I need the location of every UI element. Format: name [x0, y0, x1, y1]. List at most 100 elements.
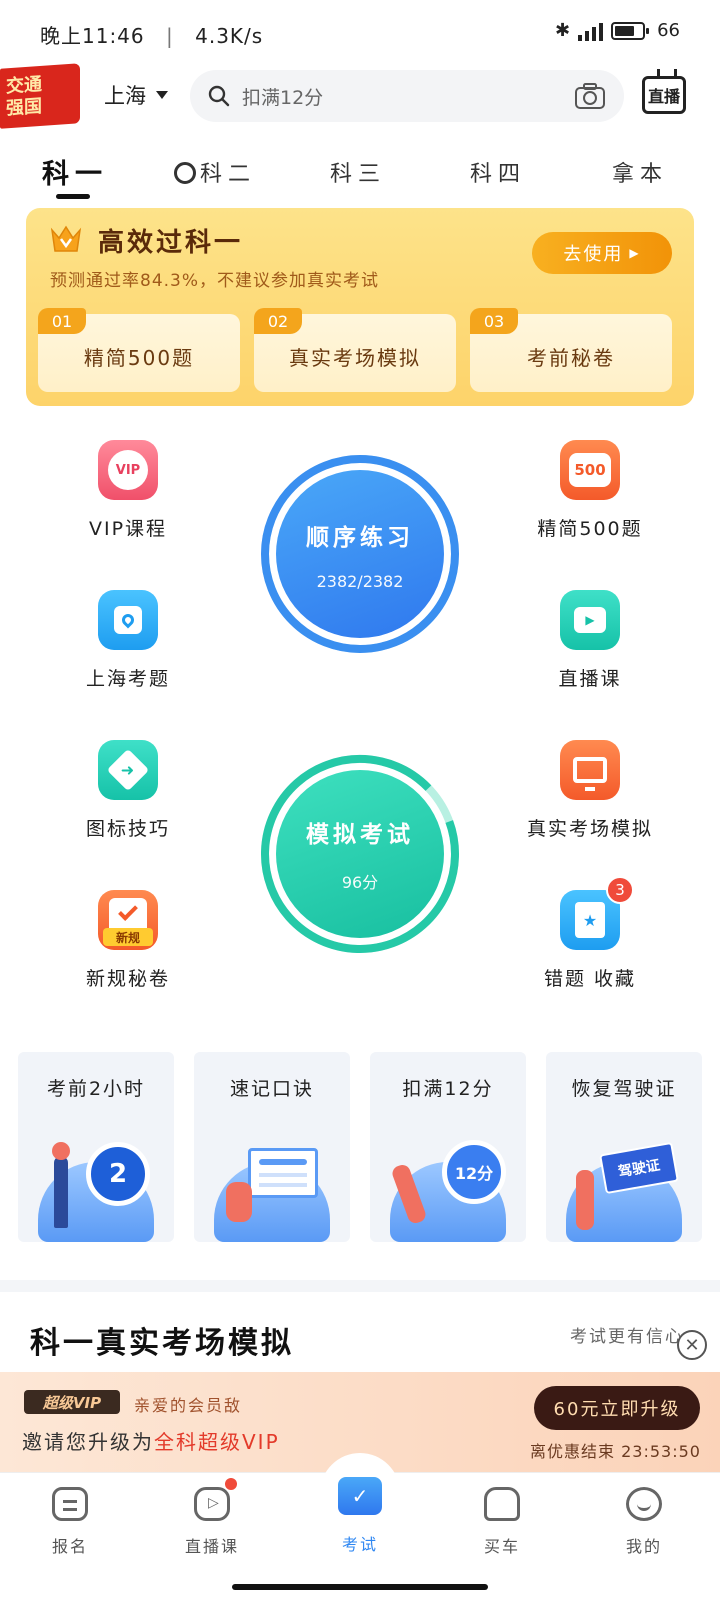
search-icon — [208, 85, 230, 107]
tool-card-mnemonics[interactable]: 速记口诀 — [194, 1052, 350, 1242]
tool-card-restore-license[interactable]: 恢复驾驶证 驾驶证 — [546, 1052, 702, 1242]
tool-label: 速记口诀 — [229, 1078, 314, 1100]
grid-new-rules[interactable]: 新规 新规秘卷 — [38, 890, 218, 991]
folder-check-icon: ✓ — [338, 1477, 382, 1515]
section-more-link[interactable]: 考试更有信心 — [570, 1322, 684, 1347]
bluetooth-icon: ✱ — [555, 20, 571, 41]
battery-icon — [611, 21, 650, 40]
nav-item-register[interactable]: 报名 — [20, 1487, 120, 1557]
new-rules-icon: 新规 — [98, 890, 158, 950]
vip-invite-highlight: 全科超级VIP — [154, 1430, 280, 1454]
car-icon — [484, 1487, 520, 1521]
sequential-practice-button[interactable]: 顺序练习 2382/2382 — [260, 454, 460, 654]
bookmark-star-icon: ★ 3 — [560, 876, 634, 950]
grid-label: 图标技巧 — [85, 818, 170, 840]
upgrade-button[interactable]: 60元立即升级 — [534, 1386, 700, 1430]
vip-invite-prefix: 邀请您升级为 — [22, 1430, 154, 1454]
home-indicator — [232, 1584, 488, 1590]
crown-icon — [50, 225, 82, 252]
search-bar[interactable]: 扣满12分 — [190, 70, 624, 122]
monitor-icon — [560, 740, 620, 800]
tab-subject-1[interactable]: 科一 — [42, 152, 108, 191]
tab-get-license[interactable]: 拿本 — [612, 156, 668, 188]
grid-local-questions[interactable]: 上海考题 — [38, 590, 218, 691]
no-12-points-icon: 12分 — [442, 1140, 506, 1204]
promo-item-number: 02 — [254, 308, 302, 334]
offer-countdown: 离优惠结束 23:53:50 — [530, 1442, 701, 1461]
nav-label: 我的 — [625, 1537, 662, 1556]
nav-label: 买车 — [483, 1537, 520, 1556]
vip-greeting: 亲爱的会员敌 — [134, 1396, 243, 1415]
promo-card[interactable]: 高效过科一 预测通过率84.3%，不建议参加真实考试 去使用 ▶ 01 精简50… — [26, 208, 694, 406]
video-icon: ▶ — [560, 590, 620, 650]
nav-item-exam[interactable]: ✓ 考试 — [310, 1477, 410, 1555]
network-speed: 4.3K/s — [195, 24, 264, 48]
nav-item-live[interactable]: ▷ 直播课 — [162, 1478, 262, 1557]
grid-vip-course[interactable]: VIP VIP课程 — [38, 440, 218, 541]
promo-subtitle: 预测通过率84.3%，不建议参加真实考试 — [50, 271, 380, 291]
tool-card-12-points[interactable]: 扣满12分 12分 — [370, 1052, 526, 1242]
promo-title: 高效过科一 — [98, 228, 244, 258]
practice-title: 顺序练习 — [306, 524, 414, 551]
vip-icon: VIP — [98, 440, 158, 500]
nav-label: 直播课 — [184, 1537, 239, 1556]
person-figure — [52, 1142, 70, 1228]
logo[interactable]: 交通 强国 — [0, 63, 80, 129]
tool-label: 考前2小时 — [46, 1078, 146, 1100]
close-icon[interactable]: ✕ — [677, 1330, 707, 1360]
battery-level: 66 — [657, 20, 680, 41]
tool-label: 恢复驾驶证 — [571, 1078, 677, 1100]
wrong-count-badge: 3 — [606, 876, 634, 904]
nav-item-buy-car[interactable]: 买车 — [452, 1487, 552, 1557]
promo-item-simplified[interactable]: 01 精简500题 — [38, 308, 240, 392]
grid-label: 上海考题 — [85, 668, 170, 690]
nav-label: 报名 — [51, 1537, 88, 1556]
section-divider — [0, 1280, 720, 1292]
grid-live-course[interactable]: ▶ 直播课 — [500, 590, 680, 691]
tab-subject-2-label: 科二 — [200, 162, 257, 187]
promo-item-real-exam[interactable]: 02 真实考场模拟 — [254, 308, 456, 392]
status-right: ✱ 66 — [555, 20, 680, 41]
mock-exam-button[interactable]: 模拟考试 96分 — [260, 754, 460, 954]
grid-wrong-favorites[interactable]: ★ 3 错题 收藏 — [500, 876, 680, 991]
person-figure — [576, 1170, 594, 1230]
practice-progress: 2382/2382 — [316, 571, 404, 591]
play-triangle-icon: ▶ — [629, 246, 641, 260]
grid-label: 精简500题 — [537, 518, 643, 540]
mock-title: 模拟考试 — [306, 822, 414, 848]
promo-item-secret-paper[interactable]: 03 考前秘卷 — [470, 308, 672, 392]
use-button-label: 去使用 — [563, 244, 624, 265]
city-selector[interactable]: 上海 — [104, 80, 168, 110]
grid-label: 新规秘卷 — [85, 968, 170, 990]
live-button-label: 直播 — [647, 87, 680, 106]
tab-subject-3[interactable]: 科三 — [330, 156, 386, 188]
grid-label: VIP课程 — [88, 518, 168, 540]
bottom-nav: 报名 ▷ 直播课 ✓ 考试 买车 我的 — [0, 1453, 720, 1572]
tool-card-2-hours[interactable]: 考前2小时 2 — [18, 1052, 174, 1242]
nav-label: 考试 — [341, 1535, 378, 1554]
camera-icon[interactable] — [574, 82, 606, 110]
subject-tabs: 科一 科二 科三 科四 拿本 — [0, 150, 720, 200]
search-placeholder: 扣满12分 — [242, 86, 324, 109]
board-icon — [248, 1148, 318, 1198]
person-figure — [226, 1182, 252, 1222]
tab-subject-2[interactable]: 科二 — [174, 156, 256, 188]
register-icon — [52, 1487, 88, 1521]
tab-subject-4[interactable]: 科四 — [470, 156, 526, 188]
grid-simplified-500[interactable]: 500 精简500题 — [500, 440, 680, 541]
promo-item-number: 01 — [38, 308, 86, 334]
mock-score: 96分 — [341, 873, 379, 892]
status-bar: 晚上11:46 | 4.3K/s ✱ 66 — [0, 0, 720, 64]
promo-item-label: 精简500题 — [83, 346, 195, 370]
grid-sign-tips[interactable]: ➜ 图标技巧 — [38, 740, 218, 841]
tv-icon: ▷ — [194, 1478, 237, 1521]
location-icon — [98, 590, 158, 650]
use-button[interactable]: 去使用 ▶ — [532, 232, 672, 274]
grid-real-exam[interactable]: 真实考场模拟 — [500, 740, 680, 841]
smile-icon — [626, 1487, 662, 1521]
nav-item-mine[interactable]: 我的 — [594, 1487, 694, 1557]
vip-invite-text: 邀请您升级为全科超级VIP — [22, 1426, 280, 1455]
road-sign-icon: ➜ — [98, 740, 158, 800]
live-button[interactable]: 直播 — [642, 76, 686, 114]
active-tab-indicator — [56, 194, 90, 199]
